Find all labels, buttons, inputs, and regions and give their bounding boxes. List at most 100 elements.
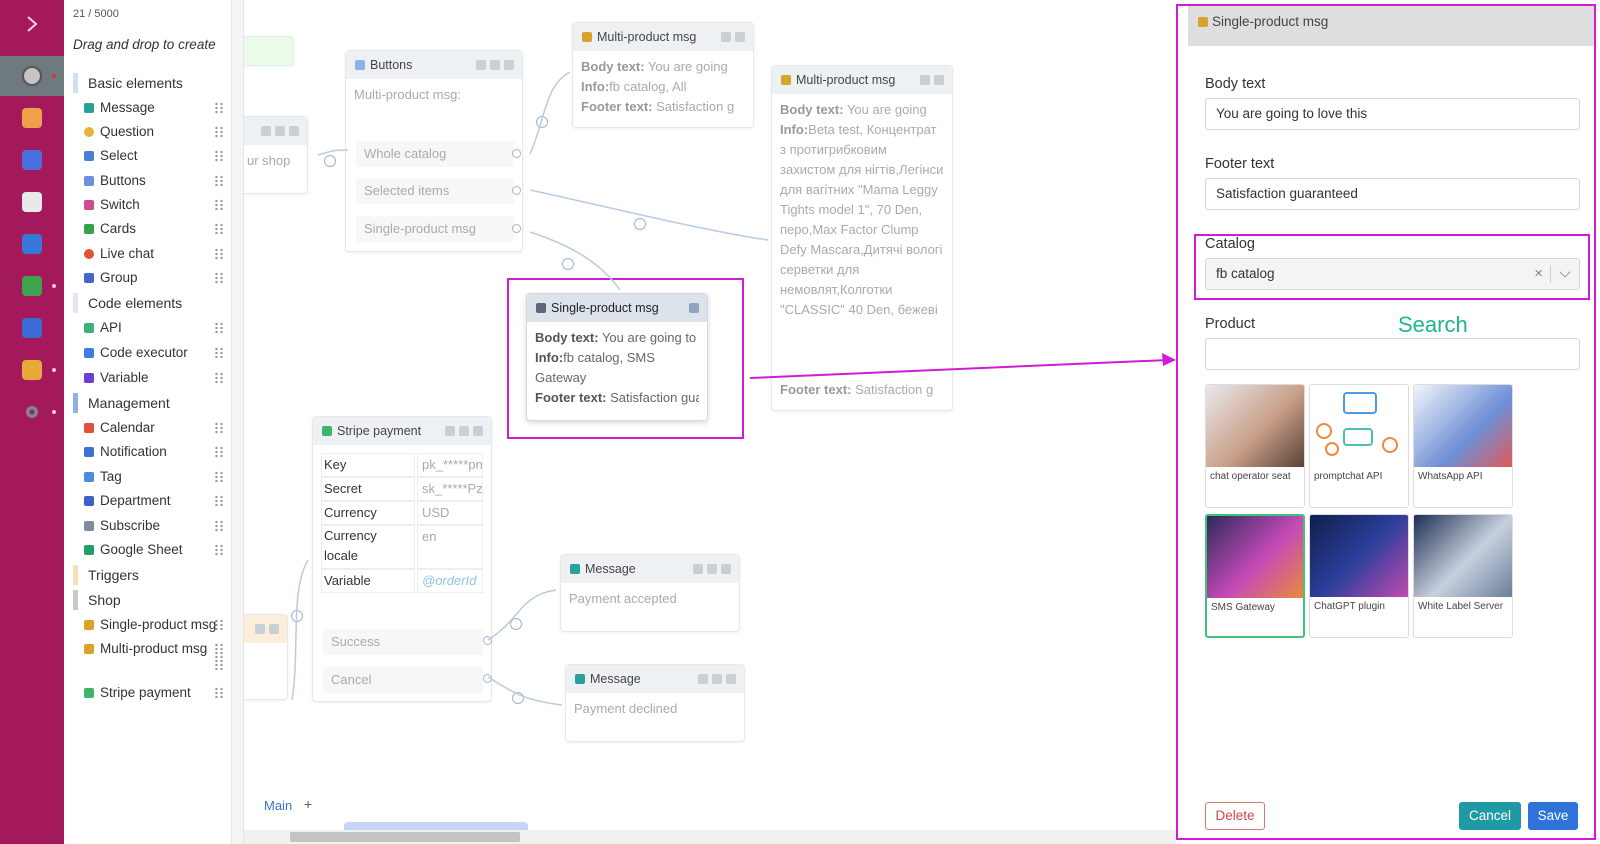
- drag-handle-icon[interactable]: [214, 199, 224, 211]
- delete-icon[interactable]: [693, 564, 703, 574]
- drag-handle-icon[interactable]: [214, 126, 224, 138]
- edit-icon[interactable]: [735, 32, 745, 42]
- element-api[interactable]: API: [84, 318, 224, 338]
- connector-dot[interactable]: [483, 636, 492, 645]
- edge-delete-icon[interactable]: [634, 218, 646, 230]
- stripe-payment-node[interactable]: Stripe payment Key pk_*****pn Secret sk_**…: [312, 416, 492, 702]
- edge-delete-icon[interactable]: [512, 692, 524, 704]
- edge-delete-icon[interactable]: [536, 116, 548, 128]
- element-select[interactable]: Select: [84, 146, 224, 166]
- drag-handle-icon[interactable]: [214, 372, 224, 384]
- drag-handle-icon[interactable]: [214, 544, 224, 556]
- edit-icon[interactable]: [721, 564, 731, 574]
- element-switch[interactable]: Switch: [84, 195, 224, 215]
- element-single-product-msg[interactable]: Single-product msg: [84, 615, 224, 635]
- product-card-white-label-server[interactable]: White Label Server: [1413, 514, 1513, 638]
- element-cards[interactable]: Cards: [84, 219, 224, 239]
- product-card-whatsapp-api[interactable]: WhatsApp API: [1413, 384, 1513, 508]
- category-management[interactable]: Management: [73, 393, 170, 413]
- integrations-icon[interactable]: [0, 224, 64, 264]
- clear-icon[interactable]: ×: [1534, 259, 1543, 289]
- element-live-chat[interactable]: Live chat: [84, 244, 224, 264]
- drag-handle-icon[interactable]: [214, 446, 224, 458]
- drag-handle-icon[interactable]: [214, 248, 224, 260]
- partial-node-2[interactable]: [244, 614, 288, 700]
- element-code-executor[interactable]: Code executor: [84, 343, 224, 363]
- category-basic[interactable]: Basic elements: [73, 73, 183, 93]
- horizontal-scrollbar[interactable]: [244, 830, 1176, 844]
- element-google-sheet[interactable]: Google Sheet: [84, 540, 224, 560]
- chevron-down-icon[interactable]: [1559, 266, 1571, 278]
- edge-delete-icon[interactable]: [291, 610, 303, 622]
- element-group[interactable]: Group: [84, 268, 224, 288]
- drag-handle-icon[interactable]: [214, 495, 224, 507]
- element-calendar[interactable]: Calendar: [84, 418, 224, 438]
- copy-icon[interactable]: [721, 32, 731, 42]
- cancel-button[interactable]: Cancel: [1459, 802, 1521, 830]
- element-tag[interactable]: Tag: [84, 467, 224, 487]
- copy-icon[interactable]: [459, 426, 469, 436]
- edge-delete-icon[interactable]: [510, 618, 522, 630]
- drag-handle-icon[interactable]: [214, 422, 224, 434]
- flows-icon[interactable]: [0, 140, 64, 180]
- copy-icon[interactable]: [707, 564, 717, 574]
- category-shop[interactable]: Shop: [73, 590, 121, 610]
- settings-gear-icon[interactable]: [0, 392, 64, 432]
- catalog-select[interactable]: fb catalog ×: [1205, 258, 1580, 290]
- copy-icon[interactable]: [712, 674, 722, 684]
- port-whole-catalog[interactable]: Whole catalog: [356, 141, 514, 167]
- edge-delete-icon[interactable]: [324, 155, 336, 167]
- avatar[interactable]: [0, 56, 64, 96]
- message-node-declined[interactable]: Message Payment declined: [565, 664, 745, 742]
- product-card-promptchat-api[interactable]: promptchat API: [1309, 384, 1409, 508]
- multi-product-node-1[interactable]: Multi-product msg Body text: You are goi…: [572, 22, 754, 128]
- category-triggers[interactable]: Triggers: [73, 565, 139, 585]
- vertical-scrollbar[interactable]: [232, 0, 244, 844]
- connector-dot[interactable]: [512, 224, 521, 233]
- product-card-chatgpt-plugin[interactable]: ChatGPT plugin: [1309, 514, 1409, 638]
- drag-handle-icon[interactable]: [214, 520, 224, 532]
- port-success[interactable]: Success: [323, 629, 483, 655]
- drag-handle-icon[interactable]: [214, 175, 224, 187]
- edit-icon[interactable]: [726, 674, 736, 684]
- delete-icon[interactable]: [445, 426, 455, 436]
- element-stripe-payment[interactable]: Stripe payment: [84, 683, 224, 703]
- users-icon[interactable]: [0, 98, 64, 138]
- element-department[interactable]: Department: [84, 491, 224, 511]
- edit-icon[interactable]: [934, 75, 944, 85]
- element-question[interactable]: Question: [84, 122, 224, 142]
- drag-handle-icon[interactable]: [214, 347, 224, 359]
- edit-icon[interactable]: [689, 303, 699, 313]
- category-code[interactable]: Code elements: [73, 293, 182, 313]
- save-button[interactable]: Save: [1528, 802, 1578, 830]
- product-card-chat-operator-seat[interactable]: chat operator seat: [1205, 384, 1305, 508]
- edit-icon[interactable]: [473, 426, 483, 436]
- connector-dot[interactable]: [483, 674, 492, 683]
- delete-button[interactable]: Delete: [1205, 802, 1265, 830]
- port-single-product[interactable]: Single-product msg: [356, 216, 514, 242]
- buttons-node[interactable]: Buttons Multi-product msg: Whole catalog…: [345, 50, 523, 252]
- delete-icon[interactable]: [476, 60, 486, 70]
- element-multi-product-msg[interactable]: Multi-product msg: [84, 639, 224, 679]
- message-node-accepted[interactable]: Message Payment accepted: [560, 554, 740, 632]
- connector-dot[interactable]: [512, 186, 521, 195]
- drag-handle-icon[interactable]: [214, 687, 224, 699]
- product-search-input[interactable]: [1205, 338, 1580, 370]
- expand-chevron-icon[interactable]: [0, 4, 64, 44]
- copy-icon[interactable]: [920, 75, 930, 85]
- port-selected-items[interactable]: Selected items: [356, 178, 514, 204]
- element-subscribe[interactable]: Subscribe: [84, 516, 224, 536]
- scroll-thumb[interactable]: [290, 832, 520, 842]
- delete-icon[interactable]: [698, 674, 708, 684]
- add-tab-button[interactable]: +: [304, 796, 312, 812]
- element-notification[interactable]: Notification: [84, 442, 224, 462]
- shop-icon[interactable]: [0, 308, 64, 348]
- footer-text-input[interactable]: Satisfaction guaranteed: [1205, 178, 1580, 210]
- edit-icon[interactable]: [504, 60, 514, 70]
- drag-handle-icon[interactable]: [214, 471, 224, 483]
- drag-handle-icon[interactable]: [214, 102, 224, 114]
- partial-node[interactable]: [244, 36, 294, 66]
- port-cancel[interactable]: Cancel: [323, 667, 483, 693]
- product-card-sms-gateway[interactable]: SMS Gateway: [1205, 514, 1305, 638]
- element-buttons[interactable]: Buttons: [84, 171, 224, 191]
